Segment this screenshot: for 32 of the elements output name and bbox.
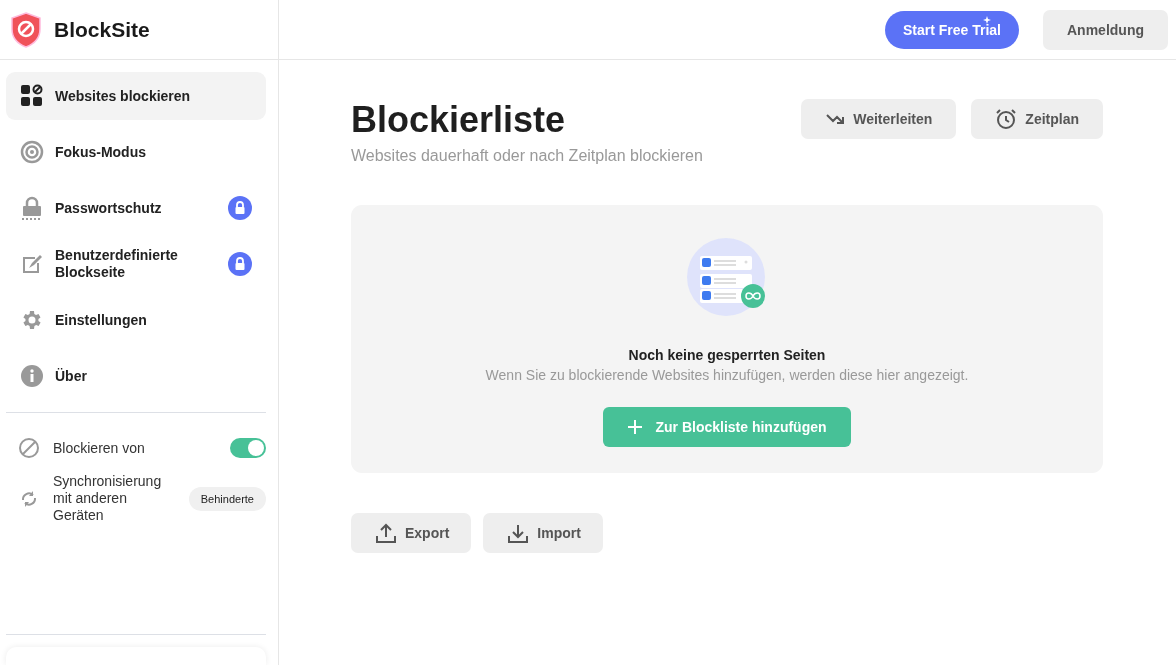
- upload-icon: [375, 522, 397, 544]
- sidebar-item[interactable]: Fokus-Modus: [6, 128, 266, 176]
- info-icon: [20, 364, 44, 388]
- plus-icon: [627, 419, 644, 435]
- toggle-switch[interactable]: [230, 438, 266, 458]
- lock-icon: [20, 196, 44, 220]
- page-subtitle: Websites dauerhaft oder nach Zeitplan blockieren: [351, 147, 703, 165]
- sparkle-icon: [983, 15, 991, 24]
- brand-name: BlockSite: [54, 17, 150, 42]
- sidebar-item[interactable]: Über: [6, 352, 266, 400]
- transfer-button[interactable]: Export: [351, 513, 472, 553]
- sidebar-item[interactable]: Benutzerdefinierte Blockseite: [6, 240, 266, 288]
- login-button[interactable]: Anmeldung: [1043, 9, 1168, 50]
- sidebar-item[interactable]: Einstellungen: [6, 296, 266, 344]
- edit-page-icon: [20, 252, 44, 276]
- empty-title: Noch keine gesperrten Seiten: [628, 347, 826, 363]
- target-icon: [20, 140, 44, 164]
- page-title: Blockierliste: [351, 98, 567, 142]
- block-circle-icon: [18, 437, 40, 459]
- grid-block-icon: [20, 84, 44, 108]
- transfer-button[interactable]: Import: [483, 513, 603, 553]
- action-button[interactable]: Zeitplan: [971, 99, 1103, 139]
- download-icon: [507, 522, 530, 544]
- empty-description: Wenn Sie zu blockierende Websites hinzufügen, werden diese hier angezeigt.: [485, 367, 969, 383]
- start-trial-button[interactable]: Start Free Trial: [884, 10, 1019, 49]
- setting-label: Blockieren von: [53, 439, 146, 457]
- setting-label: Synchronisierung mit anderen Geräten: [53, 473, 163, 524]
- alarm-clock-icon: [995, 108, 1018, 130]
- action-button[interactable]: Weiterleiten: [801, 99, 957, 139]
- status-badge: Behinderte: [188, 486, 266, 511]
- sidebar-item[interactable]: Passwortschutz: [6, 184, 266, 232]
- sidebar-item[interactable]: Websites blockieren: [6, 72, 266, 120]
